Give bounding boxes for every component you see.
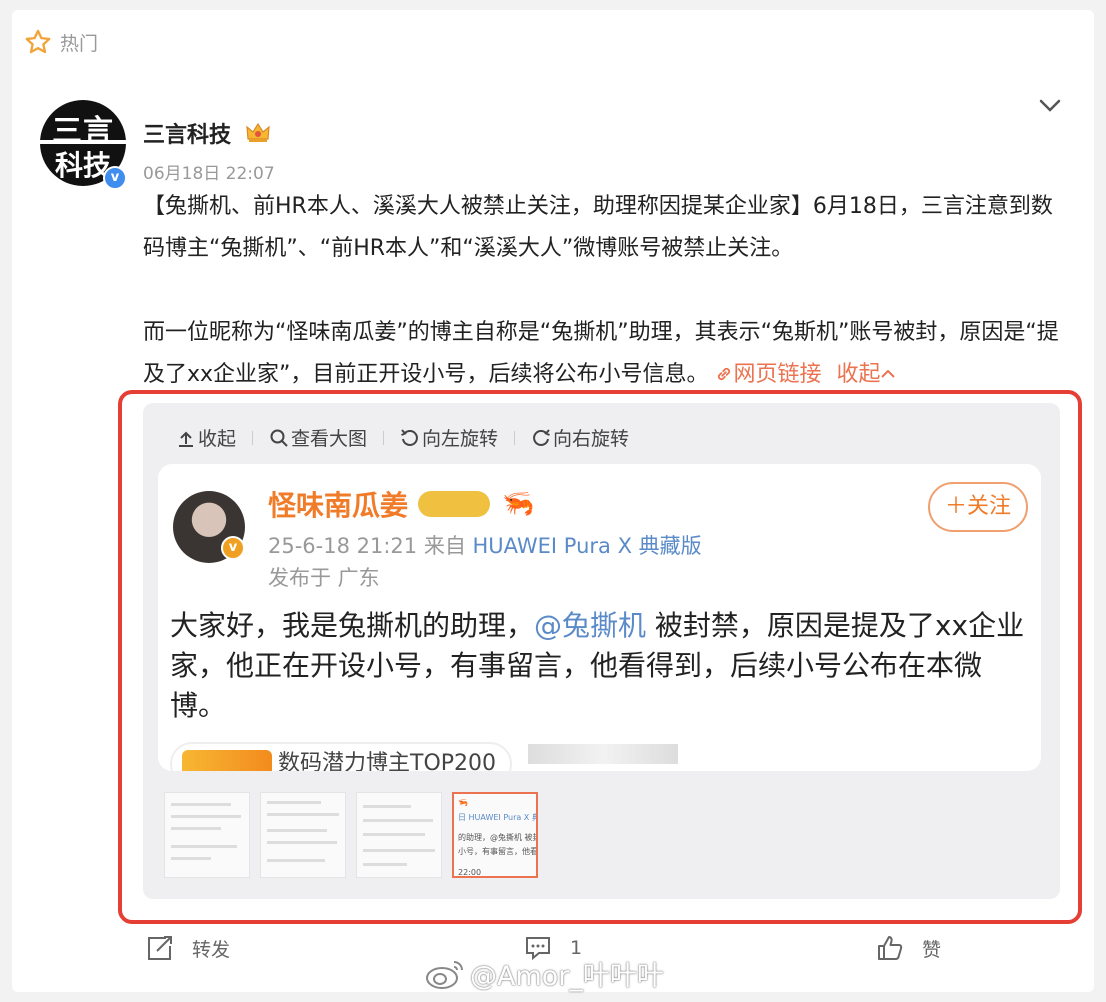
author-name[interactable]: 三言科技 bbox=[143, 117, 231, 149]
highlight-frame bbox=[118, 390, 1082, 924]
post-paragraph-2: 而一位昵称为“怪味南瓜姜”的博主自称是“兔撕机”助理，其表示“兔斯机”账号被封，… bbox=[143, 312, 1063, 396]
like-button[interactable]: 赞 bbox=[876, 934, 941, 962]
post-body: 【兔撕机、前HR本人、溪溪大人被禁止关注，助理称因提某企业家】6月18日，三言注… bbox=[143, 186, 1063, 396]
watermark: @Amor_叶叶叶 bbox=[424, 954, 664, 993]
repost-icon bbox=[148, 936, 172, 960]
author-name-row: 三言科技 bbox=[143, 117, 271, 149]
hot-section-header: 热门 bbox=[24, 28, 98, 56]
web-link-label: 网页链接 bbox=[733, 362, 822, 387]
chevron-up-icon bbox=[881, 369, 896, 378]
chevron-down-icon[interactable] bbox=[1038, 96, 1062, 116]
star-icon bbox=[25, 29, 51, 54]
like-icon bbox=[878, 936, 903, 960]
watermark-text: @Amor_叶叶叶 bbox=[470, 961, 664, 992]
collapse-text-button[interactable]: 收起 bbox=[836, 362, 896, 387]
hot-label: 热门 bbox=[60, 32, 99, 55]
weibo-logo-icon bbox=[426, 960, 463, 989]
post-paragraph-2-text: 而一位昵称为“怪味南瓜姜”的博主自称是“兔撕机”助理，其表示“兔斯机”账号被封，… bbox=[143, 320, 1059, 387]
collapse-text-label: 收起 bbox=[836, 362, 881, 387]
post-timestamp: 06月18日 22:07 bbox=[143, 164, 275, 184]
post-paragraph-1: 【兔撕机、前HR本人、溪溪大人被禁止关注，助理称因提某企业家】6月18日，三言注… bbox=[143, 194, 1053, 261]
like-label: 赞 bbox=[922, 938, 942, 961]
link-icon bbox=[718, 367, 731, 381]
web-link[interactable]: 网页链接 bbox=[715, 362, 828, 387]
repost-button[interactable]: 转发 bbox=[146, 934, 230, 962]
verified-badge: v bbox=[103, 166, 127, 190]
repost-label: 转发 bbox=[192, 938, 231, 961]
crown-icon bbox=[246, 122, 270, 142]
